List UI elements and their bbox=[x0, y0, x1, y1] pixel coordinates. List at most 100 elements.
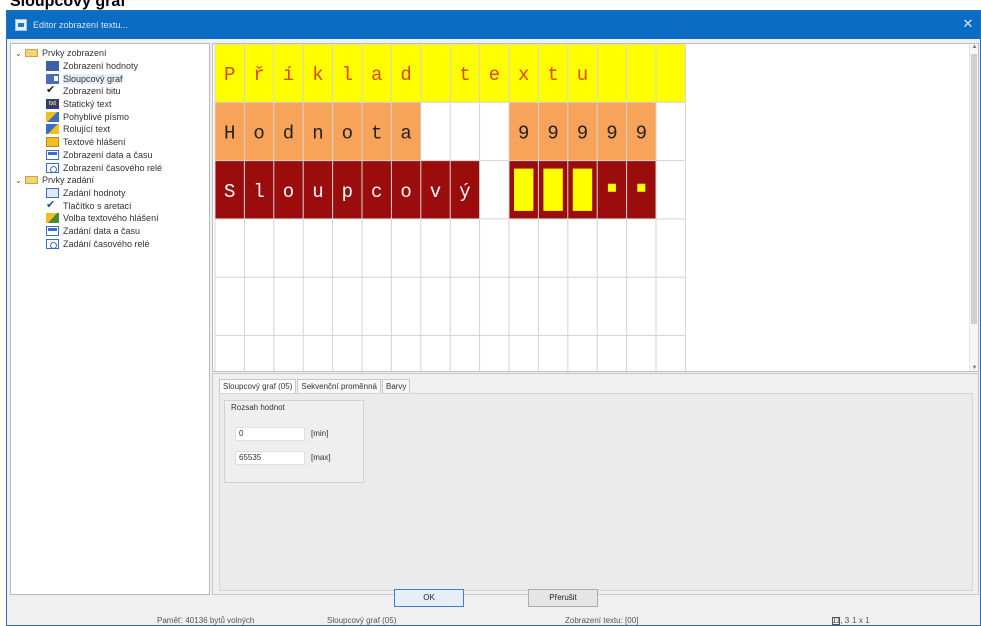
chevron-down-icon[interactable]: ⌄ bbox=[15, 176, 25, 185]
cancel-button[interactable]: Přerušit bbox=[528, 589, 598, 607]
display-char: o bbox=[283, 181, 294, 203]
tree-item-label: Rolující text bbox=[63, 124, 111, 135]
title-bar: Editor zobrazení textu... ✕ bbox=[7, 11, 980, 39]
tree-group[interactable]: ⌄ Prvky zobrazení bbox=[11, 47, 209, 60]
display-char: k bbox=[312, 64, 323, 86]
display-char: v bbox=[430, 181, 441, 203]
tree-item-label: Zadání data a času bbox=[63, 225, 141, 236]
display-char: í bbox=[283, 64, 294, 86]
min-value-field[interactable]: 0 bbox=[235, 427, 305, 441]
group-title: Rozsah hodnot bbox=[229, 403, 287, 412]
timer-relay-input-icon bbox=[46, 238, 59, 249]
display-char: a bbox=[400, 122, 411, 144]
memory-status: Paměť: 40136 bytů volných bbox=[157, 616, 255, 625]
min-unit-label: [min] bbox=[311, 429, 329, 438]
tree-item-label: Volba textového hlášení bbox=[63, 213, 159, 224]
value-digit: 9 bbox=[547, 122, 558, 144]
size-value: 1 x 1 bbox=[852, 616, 870, 625]
tree-item[interactable]: Volba textového hlášení bbox=[11, 212, 209, 225]
display-editor[interactable]: Příklad textuHodnotaSloupcový99999 ▲ ▼ bbox=[212, 43, 979, 372]
value-digit: 9 bbox=[636, 122, 647, 144]
display-char: t bbox=[371, 122, 382, 144]
tree-item[interactable]: Tlačítko s aretací bbox=[11, 198, 209, 212]
date-time-input-icon bbox=[46, 225, 59, 236]
tree-item[interactable]: Zobrazení časového relé bbox=[11, 161, 209, 174]
tree-item-label: Zobrazení data a času bbox=[63, 149, 153, 160]
tree-item-label: Zobrazení časového relé bbox=[63, 162, 163, 173]
size-icon bbox=[832, 617, 840, 625]
close-icon[interactable]: ✕ bbox=[960, 16, 976, 32]
bar-graph-icon bbox=[46, 73, 59, 84]
bar-segment bbox=[572, 168, 593, 211]
display-char: P bbox=[224, 64, 235, 86]
display-char: S bbox=[224, 181, 235, 203]
display-char: d bbox=[400, 64, 411, 86]
value-digit: 9 bbox=[518, 122, 529, 144]
scroll-up-icon[interactable]: ▲ bbox=[970, 44, 978, 50]
tree-item[interactable]: Zobrazení bitu bbox=[11, 83, 209, 98]
max-unit-label: [max] bbox=[311, 453, 331, 462]
value-input-icon bbox=[46, 187, 59, 198]
tree-item[interactable]: Zadání data a času bbox=[11, 225, 209, 238]
display-char: o bbox=[253, 122, 264, 144]
display-char: e bbox=[489, 64, 500, 86]
display-char: t bbox=[547, 64, 558, 86]
window-title: Editor zobrazení textu... bbox=[33, 20, 129, 30]
tree-item[interactable]: Pohyblivé písmo bbox=[11, 110, 209, 123]
scroll-thumb[interactable] bbox=[971, 54, 977, 324]
editor-window: Editor zobrazení textu... ✕ ⌄ Prvky zobra… bbox=[6, 10, 981, 626]
value-digit: 9 bbox=[606, 122, 617, 144]
display-char: n bbox=[312, 122, 323, 144]
display-char: ř bbox=[253, 64, 264, 86]
tree-item[interactable]: Zadání časového relé bbox=[11, 237, 209, 250]
scroll-down-icon[interactable]: ▼ bbox=[970, 365, 978, 371]
text-message-icon bbox=[46, 137, 59, 148]
display-grid[interactable]: Příklad t e x t uH o d n o t aS l o u p c o v ý9 9 9 9 9 bbox=[213, 44, 971, 372]
vertical-scrollbar[interactable]: ▲ ▼ bbox=[969, 44, 978, 371]
display-char: ý bbox=[459, 181, 470, 203]
properties-tabs: Sloupcový graf (05) Sekvenční proměnná B… bbox=[219, 379, 411, 393]
tab-colors[interactable]: Barvy bbox=[381, 379, 411, 393]
tree-item-label: Tlačítko s aretací bbox=[63, 200, 132, 211]
tree-item-label: Zadání hodnoty bbox=[63, 187, 126, 198]
tree-item[interactable]: Zadání hodnoty bbox=[11, 187, 209, 200]
status-bar: Paměť: 40136 bytů volných Sloupcový graf… bbox=[7, 615, 981, 626]
tree-item[interactable]: Sloupcový graf bbox=[11, 72, 209, 85]
tree-item[interactable]: Zobrazení data a času bbox=[11, 149, 209, 162]
tree-item-label: Pohyblivé písmo bbox=[63, 111, 130, 122]
max-value-field[interactable]: 65535 bbox=[235, 451, 305, 465]
value-digit: 9 bbox=[577, 122, 588, 144]
message-choice-icon bbox=[46, 213, 59, 224]
properties-panel: Sloupcový graf (05) Sekvenční proměnná B… bbox=[212, 373, 979, 595]
position-status: 11, 3 1 x 1 bbox=[832, 616, 870, 625]
number-display-icon bbox=[46, 61, 59, 72]
tab-bar-graph[interactable]: Sloupcový graf (05) bbox=[219, 379, 297, 393]
chevron-down-icon[interactable]: ⌄ bbox=[15, 49, 25, 58]
tree-group[interactable]: ⌄ Prvky zadání bbox=[11, 174, 209, 187]
tree-item[interactable]: Textové hlášení bbox=[11, 136, 209, 149]
display-char: d bbox=[283, 122, 294, 144]
display-char: u bbox=[577, 64, 588, 86]
tree-item[interactable]: txt Statický text bbox=[11, 98, 209, 111]
folder-icon bbox=[25, 49, 38, 58]
element-tree: ⌄ Prvky zobrazení Zobrazení hodnoty Sloupco… bbox=[10, 43, 210, 595]
tab-sequence-variable[interactable]: Sekvenční proměnná bbox=[297, 379, 381, 393]
tree-group-label: Prvky zadání bbox=[42, 175, 95, 186]
display-char: a bbox=[371, 64, 382, 86]
tree-item[interactable]: Rolující text bbox=[11, 123, 209, 136]
ok-button[interactable]: OK bbox=[394, 589, 464, 607]
display-status: Zobrazení textu: [00] bbox=[565, 616, 639, 625]
tree-item-label: Sloupcový graf bbox=[63, 73, 123, 84]
tree-item-label: Zadání časového relé bbox=[63, 238, 150, 249]
tree-item[interactable]: Zobrazení hodnoty bbox=[11, 60, 209, 73]
display-char: l bbox=[253, 181, 264, 203]
timer-relay-icon bbox=[46, 162, 59, 173]
app-icon bbox=[15, 19, 27, 31]
display-char: o bbox=[400, 181, 411, 203]
element-status: Sloupcový graf (05) bbox=[327, 616, 397, 625]
display-char: o bbox=[342, 122, 353, 144]
latch-button-icon bbox=[46, 198, 59, 211]
tree-item-label: Zobrazení hodnoty bbox=[63, 61, 139, 72]
display-char: H bbox=[224, 122, 235, 144]
bar-segment bbox=[543, 168, 563, 211]
